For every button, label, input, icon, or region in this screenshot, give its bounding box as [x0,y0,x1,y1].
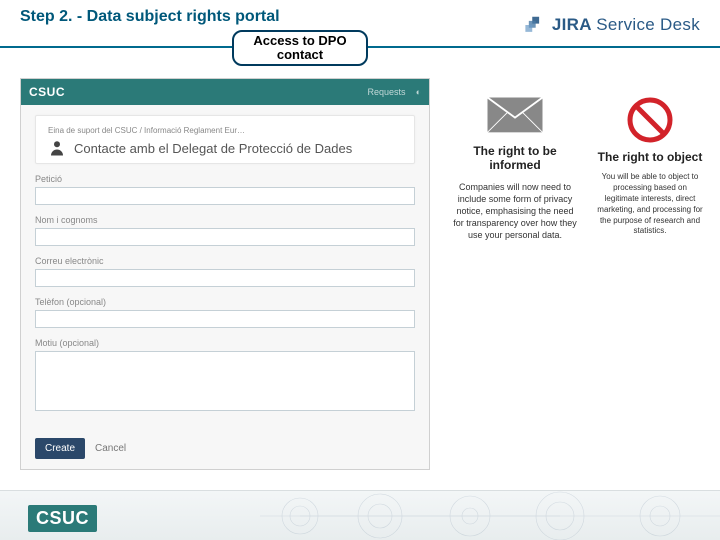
object-title: The right to object [596,150,704,164]
field-motiu: Motiu (opcional) [35,338,415,411]
slide-root: Step 2. - Data subject rights portal JIR… [0,0,720,540]
jira-product-name: JIRA Service Desk [552,15,700,35]
portal-brand: CSUC [29,85,65,99]
label-peticio: Petició [35,174,415,184]
card-title-row: Contacte amb el Delegat de Protecció de … [48,139,402,157]
portal-card-title: Contacte amb el Delegat de Protecció de … [74,141,352,156]
label-correu: Correu electrònic [35,256,415,266]
input-correu[interactable] [35,269,415,287]
cancel-button[interactable]: Cancel [95,443,126,454]
field-telefon: Telèfon (opcional) [35,297,415,328]
jira-icon [524,14,546,36]
slide-title: Step 2. - Data subject rights portal [20,8,280,26]
right-to-be-informed: The right to be informed Companies will … [450,92,580,241]
textarea-motiu[interactable] [35,351,415,411]
no-entry-icon [626,96,674,144]
portal-actions: Create Cancel [35,438,126,459]
footer: CSUC [0,490,720,540]
jira-service-desk-logo: JIRA Service Desk [524,14,700,36]
envelope-icon [484,92,546,136]
label-motiu: Motiu (opcional) [35,338,415,348]
input-nom[interactable] [35,228,415,246]
jira-suffix: Service Desk [596,15,700,34]
breadcrumb[interactable]: Eina de suport del CSUC / Informació Reg… [48,126,402,135]
portal-title-card: Eina de suport del CSUC / Informació Reg… [35,115,415,164]
label-telefon: Telèfon (opcional) [35,297,415,307]
field-nom: Nom i cognoms [35,215,415,246]
informed-body: Companies will now need to include some … [450,181,580,242]
person-icon [48,139,66,157]
field-correu: Correu electrònic [35,256,415,287]
portal-header: CSUC Requests ◐ [21,79,429,105]
input-peticio[interactable] [35,187,415,205]
portal-header-right: Requests ◐ [368,87,421,97]
portal-avatar-icon[interactable]: ◐ [416,87,421,97]
informed-title: The right to be informed [450,144,580,173]
callout-access-dpo: Access to DPO contact [232,30,368,66]
object-body: You will be able to object to processing… [596,172,704,237]
field-peticio: Petició [35,174,415,205]
create-button[interactable]: Create [35,438,85,459]
input-telefon[interactable] [35,310,415,328]
portal-screenshot: CSUC Requests ◐ Eina de suport del CSUC … [20,78,430,470]
jira-name: JIRA [552,15,591,34]
footer-pattern-icon [260,491,720,540]
portal-nav-requests[interactable]: Requests [368,87,406,97]
right-to-object: The right to object You will be able to … [596,96,704,237]
footer-brand: CSUC [28,505,97,532]
label-nom: Nom i cognoms [35,215,415,225]
